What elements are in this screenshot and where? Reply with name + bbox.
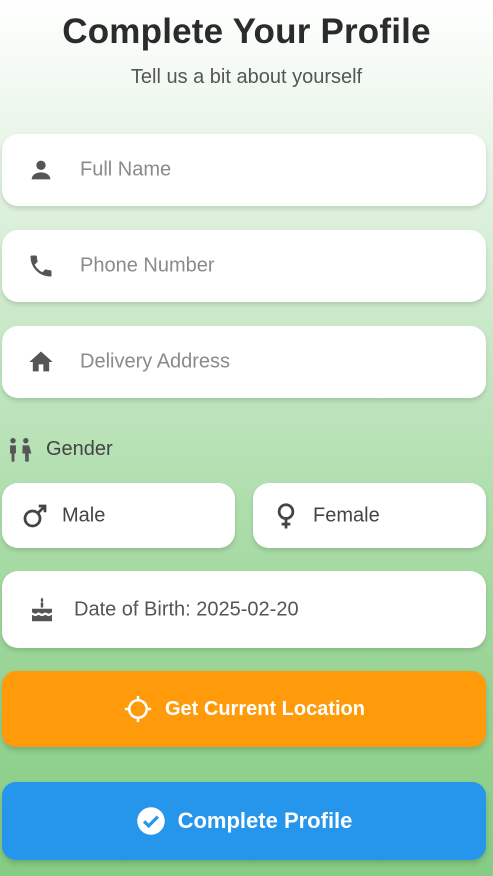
get-current-location-button[interactable]: Get Current Location <box>2 671 486 747</box>
female-symbol-icon <box>277 502 295 528</box>
full-name-placeholder: Full Name <box>80 158 172 181</box>
date-of-birth-field[interactable]: Date of Birth: 2025-02-20 <box>2 571 486 648</box>
people-icon <box>10 437 32 462</box>
delivery-address-placeholder: Delivery Address <box>80 350 231 373</box>
home-icon <box>29 351 53 372</box>
phone-icon <box>30 255 52 277</box>
get-current-location-label: Get Current Location <box>164 697 365 720</box>
gender-male-button[interactable]: Male <box>2 483 235 548</box>
gender-male-label: Male <box>62 504 106 526</box>
cake-icon <box>32 597 52 621</box>
person-icon <box>31 160 51 180</box>
gender-label: Gender <box>46 438 113 460</box>
gender-female-label: Female <box>313 504 380 526</box>
date-of-birth-value: Date of Birth: 2025-02-20 <box>74 598 299 620</box>
crosshair-location-icon <box>124 695 152 723</box>
complete-profile-label: Complete Profile <box>177 808 353 833</box>
delivery-address-field[interactable]: Delivery Address <box>2 326 486 398</box>
page-title: Complete Your Profile <box>62 12 431 51</box>
full-name-field[interactable]: Full Name <box>2 134 486 206</box>
male-symbol-icon <box>23 504 47 527</box>
check-circle-icon <box>136 807 165 835</box>
phone-number-field[interactable]: Phone Number <box>2 230 486 302</box>
complete-profile-button[interactable]: Complete Profile <box>2 782 486 860</box>
phone-number-placeholder: Phone Number <box>80 254 215 277</box>
gender-female-button[interactable]: Female <box>253 483 486 548</box>
page-subtitle: Tell us a bit about yourself <box>130 66 363 88</box>
